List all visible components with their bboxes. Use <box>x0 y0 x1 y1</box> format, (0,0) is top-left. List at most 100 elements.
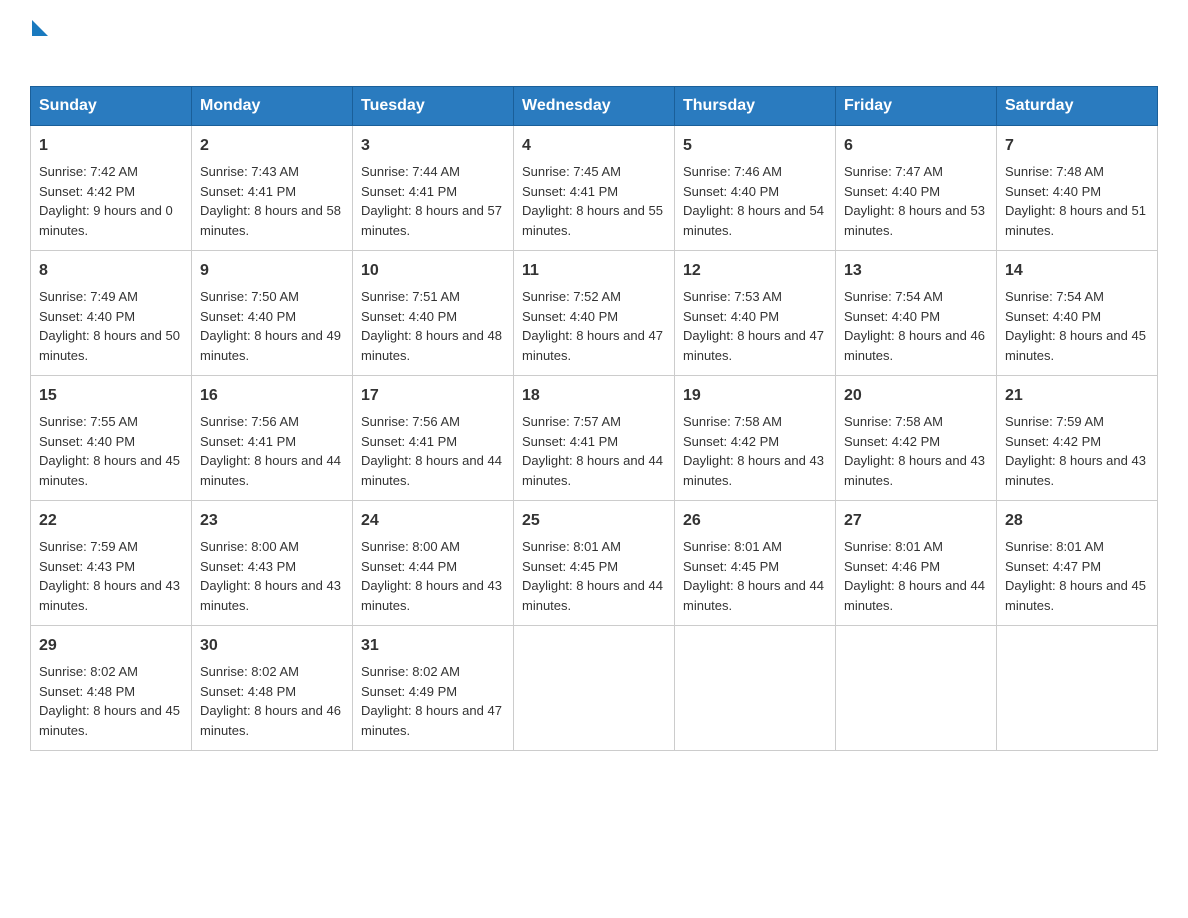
calendar-day-cell: 13 Sunrise: 7:54 AM Sunset: 4:40 PM Dayl… <box>836 251 997 376</box>
calendar-day-cell: 27 Sunrise: 8:01 AM Sunset: 4:46 PM Dayl… <box>836 501 997 626</box>
logo-arrow-icon <box>32 20 48 36</box>
day-number: 28 <box>1005 509 1149 533</box>
calendar-week-row: 29 Sunrise: 8:02 AM Sunset: 4:48 PM Dayl… <box>31 626 1158 751</box>
day-number: 27 <box>844 509 988 533</box>
sunset-label: Sunset: 4:45 PM <box>522 559 618 574</box>
calendar-day-cell: 2 Sunrise: 7:43 AM Sunset: 4:41 PM Dayli… <box>192 126 353 251</box>
daylight-label: Daylight: 8 hours and 45 minutes. <box>1005 328 1146 363</box>
calendar-day-cell: 4 Sunrise: 7:45 AM Sunset: 4:41 PM Dayli… <box>514 126 675 251</box>
calendar-day-cell: 16 Sunrise: 7:56 AM Sunset: 4:41 PM Dayl… <box>192 376 353 501</box>
calendar-day-cell: 9 Sunrise: 7:50 AM Sunset: 4:40 PM Dayli… <box>192 251 353 376</box>
calendar-day-cell: 28 Sunrise: 8:01 AM Sunset: 4:47 PM Dayl… <box>997 501 1158 626</box>
day-of-week-header: Tuesday <box>353 87 514 126</box>
day-number: 17 <box>361 384 505 408</box>
calendar-day-cell: 3 Sunrise: 7:44 AM Sunset: 4:41 PM Dayli… <box>353 126 514 251</box>
calendar-header-row: SundayMondayTuesdayWednesdayThursdayFrid… <box>31 87 1158 126</box>
sunrise-label: Sunrise: 8:01 AM <box>683 539 782 554</box>
sunset-label: Sunset: 4:41 PM <box>361 184 457 199</box>
calendar-day-cell: 23 Sunrise: 8:00 AM Sunset: 4:43 PM Dayl… <box>192 501 353 626</box>
sunrise-label: Sunrise: 7:45 AM <box>522 164 621 179</box>
daylight-label: Daylight: 8 hours and 47 minutes. <box>361 703 502 738</box>
daylight-label: Daylight: 8 hours and 53 minutes. <box>844 203 985 238</box>
day-of-week-header: Wednesday <box>514 87 675 126</box>
daylight-label: Daylight: 8 hours and 43 minutes. <box>200 578 341 613</box>
day-of-week-header: Friday <box>836 87 997 126</box>
sunset-label: Sunset: 4:49 PM <box>361 684 457 699</box>
sunrise-label: Sunrise: 7:58 AM <box>844 414 943 429</box>
calendar-day-cell: 11 Sunrise: 7:52 AM Sunset: 4:40 PM Dayl… <box>514 251 675 376</box>
daylight-label: Daylight: 8 hours and 44 minutes. <box>683 578 824 613</box>
calendar-day-cell: 17 Sunrise: 7:56 AM Sunset: 4:41 PM Dayl… <box>353 376 514 501</box>
sunset-label: Sunset: 4:48 PM <box>200 684 296 699</box>
calendar-day-cell: 25 Sunrise: 8:01 AM Sunset: 4:45 PM Dayl… <box>514 501 675 626</box>
sunrise-label: Sunrise: 7:55 AM <box>39 414 138 429</box>
sunset-label: Sunset: 4:43 PM <box>39 559 135 574</box>
daylight-label: Daylight: 8 hours and 48 minutes. <box>361 328 502 363</box>
day-of-week-header: Saturday <box>997 87 1158 126</box>
day-number: 8 <box>39 259 183 283</box>
sunrise-label: Sunrise: 7:43 AM <box>200 164 299 179</box>
sunset-label: Sunset: 4:42 PM <box>1005 434 1101 449</box>
daylight-label: Daylight: 8 hours and 44 minutes. <box>361 453 502 488</box>
daylight-label: Daylight: 8 hours and 57 minutes. <box>361 203 502 238</box>
sunrise-label: Sunrise: 7:47 AM <box>844 164 943 179</box>
sunset-label: Sunset: 4:40 PM <box>1005 184 1101 199</box>
daylight-label: Daylight: 8 hours and 44 minutes. <box>200 453 341 488</box>
calendar-table: SundayMondayTuesdayWednesdayThursdayFrid… <box>30 86 1158 751</box>
sunset-label: Sunset: 4:43 PM <box>200 559 296 574</box>
sunrise-label: Sunrise: 7:56 AM <box>361 414 460 429</box>
sunset-label: Sunset: 4:41 PM <box>361 434 457 449</box>
daylight-label: Daylight: 8 hours and 46 minutes. <box>844 328 985 363</box>
day-number: 9 <box>200 259 344 283</box>
sunrise-label: Sunrise: 7:54 AM <box>844 289 943 304</box>
daylight-label: Daylight: 8 hours and 51 minutes. <box>1005 203 1146 238</box>
day-number: 4 <box>522 134 666 158</box>
sunrise-label: Sunrise: 7:42 AM <box>39 164 138 179</box>
day-number: 25 <box>522 509 666 533</box>
day-number: 26 <box>683 509 827 533</box>
sunrise-label: Sunrise: 7:56 AM <box>200 414 299 429</box>
day-number: 7 <box>1005 134 1149 158</box>
sunrise-label: Sunrise: 7:58 AM <box>683 414 782 429</box>
sunset-label: Sunset: 4:44 PM <box>361 559 457 574</box>
daylight-label: Daylight: 8 hours and 43 minutes. <box>361 578 502 613</box>
sunset-label: Sunset: 4:41 PM <box>522 184 618 199</box>
sunrise-label: Sunrise: 7:59 AM <box>39 539 138 554</box>
sunset-label: Sunset: 4:40 PM <box>522 309 618 324</box>
calendar-day-cell: 22 Sunrise: 7:59 AM Sunset: 4:43 PM Dayl… <box>31 501 192 626</box>
day-number: 11 <box>522 259 666 283</box>
logo <box>30 20 48 66</box>
sunset-label: Sunset: 4:45 PM <box>683 559 779 574</box>
daylight-label: Daylight: 8 hours and 44 minutes. <box>522 453 663 488</box>
day-number: 30 <box>200 634 344 658</box>
calendar-day-cell: 21 Sunrise: 7:59 AM Sunset: 4:42 PM Dayl… <box>997 376 1158 501</box>
calendar-day-cell: 18 Sunrise: 7:57 AM Sunset: 4:41 PM Dayl… <box>514 376 675 501</box>
sunrise-label: Sunrise: 7:53 AM <box>683 289 782 304</box>
sunrise-label: Sunrise: 7:51 AM <box>361 289 460 304</box>
sunrise-label: Sunrise: 8:01 AM <box>522 539 621 554</box>
sunset-label: Sunset: 4:42 PM <box>39 184 135 199</box>
calendar-day-cell: 7 Sunrise: 7:48 AM Sunset: 4:40 PM Dayli… <box>997 126 1158 251</box>
calendar-day-cell: 20 Sunrise: 7:58 AM Sunset: 4:42 PM Dayl… <box>836 376 997 501</box>
daylight-label: Daylight: 8 hours and 43 minutes. <box>39 578 180 613</box>
sunrise-label: Sunrise: 7:54 AM <box>1005 289 1104 304</box>
daylight-label: Daylight: 9 hours and 0 minutes. <box>39 203 173 238</box>
day-number: 29 <box>39 634 183 658</box>
calendar-day-cell: 26 Sunrise: 8:01 AM Sunset: 4:45 PM Dayl… <box>675 501 836 626</box>
daylight-label: Daylight: 8 hours and 50 minutes. <box>39 328 180 363</box>
day-of-week-header: Monday <box>192 87 353 126</box>
sunrise-label: Sunrise: 8:02 AM <box>200 664 299 679</box>
calendar-week-row: 15 Sunrise: 7:55 AM Sunset: 4:40 PM Dayl… <box>31 376 1158 501</box>
day-of-week-header: Thursday <box>675 87 836 126</box>
sunset-label: Sunset: 4:42 PM <box>844 434 940 449</box>
sunrise-label: Sunrise: 8:00 AM <box>200 539 299 554</box>
day-number: 18 <box>522 384 666 408</box>
day-of-week-header: Sunday <box>31 87 192 126</box>
calendar-day-cell: 29 Sunrise: 8:02 AM Sunset: 4:48 PM Dayl… <box>31 626 192 751</box>
daylight-label: Daylight: 8 hours and 55 minutes. <box>522 203 663 238</box>
sunset-label: Sunset: 4:40 PM <box>683 184 779 199</box>
calendar-day-cell <box>997 626 1158 751</box>
day-number: 2 <box>200 134 344 158</box>
day-number: 19 <box>683 384 827 408</box>
calendar-day-cell: 6 Sunrise: 7:47 AM Sunset: 4:40 PM Dayli… <box>836 126 997 251</box>
